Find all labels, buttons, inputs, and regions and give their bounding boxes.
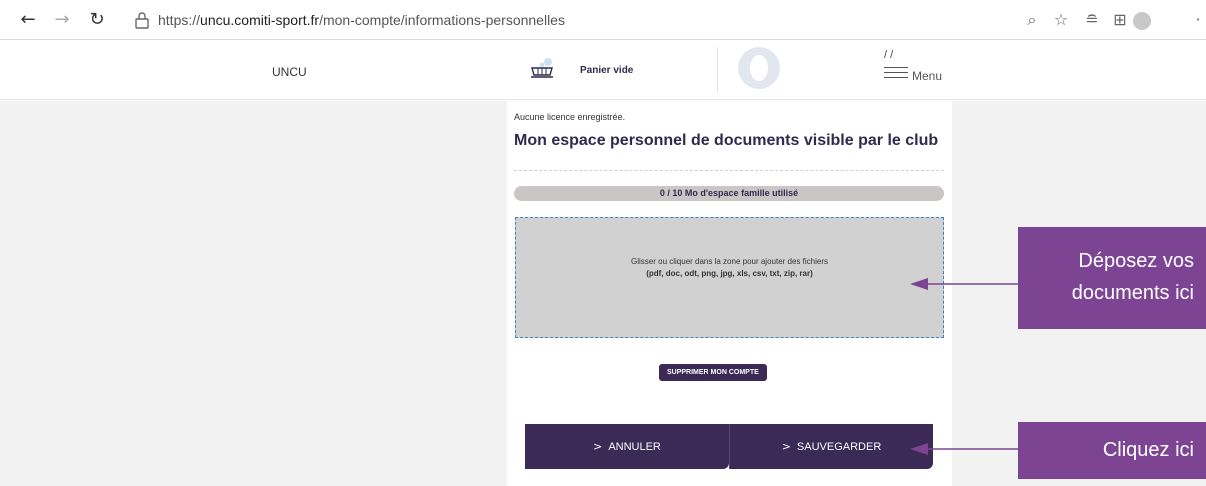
- back-icon[interactable]: ←: [18, 10, 38, 30]
- star-icon[interactable]: ☆: [1051, 10, 1071, 30]
- save-callout: Cliquez ici: [1018, 422, 1206, 479]
- upload-callout-line1: Déposez vos: [1078, 250, 1194, 272]
- browser-toolbar: ← → ↻ https://uncu.comiti-sport.fr/mon-c…: [0, 0, 1206, 40]
- cart-icon[interactable]: [530, 55, 556, 81]
- site-header: UNCU Panier vide / / Menu: [0, 41, 1206, 100]
- forward-icon[interactable]: →: [52, 10, 72, 30]
- menu-label[interactable]: Menu: [912, 69, 942, 83]
- dropzone-file-types: (pdf, doc, odt, png, jpg, xls, csv, txt,…: [646, 269, 813, 278]
- storage-quota-bar: 0 / 10 Mo d'espace famille utilisé: [514, 186, 944, 201]
- club-logo[interactable]: [738, 47, 780, 89]
- url-host: uncu.comiti-sport.fr: [200, 12, 320, 28]
- refresh-icon[interactable]: ↻: [87, 10, 107, 30]
- header-divider: [717, 47, 718, 93]
- main-content: Aucune licence enregistrée. Mon espace p…: [507, 101, 952, 486]
- dropzone-instructions: Glisser ou cliquer dans la zone pour ajo…: [631, 257, 828, 266]
- upload-callout: Déposez vos documents ici: [1018, 227, 1206, 329]
- more-icon[interactable]: ·: [1188, 10, 1206, 30]
- delete-account-button[interactable]: SUPPRIMER MON COMPTE: [659, 364, 767, 381]
- dashed-divider: [514, 170, 944, 171]
- chevron-right-icon: >: [593, 440, 603, 453]
- brand-name[interactable]: UNCU: [272, 65, 307, 79]
- left-background: [0, 101, 507, 486]
- menu-icon[interactable]: [884, 67, 908, 81]
- lock-icon: [135, 12, 149, 29]
- upload-callout-line2: documents ici: [1071, 282, 1194, 304]
- cancel-button[interactable]: > ANNULER: [525, 424, 729, 469]
- file-dropzone[interactable]: Glisser ou cliquer dans la zone pour ajo…: [515, 217, 944, 338]
- url-prefix: https://: [158, 12, 201, 28]
- url-path: /mon-compte/informations-personnelles: [319, 12, 565, 28]
- address-bar[interactable]: https://uncu.comiti-sport.fr/mon-compte/…: [158, 12, 565, 28]
- header-slashes: / /: [884, 49, 894, 61]
- licence-note: Aucune licence enregistrée.: [514, 112, 626, 122]
- section-title: Mon espace personnel de documents visibl…: [514, 132, 939, 149]
- collections-icon[interactable]: ⊞: [1110, 10, 1130, 30]
- cart-label[interactable]: Panier vide: [580, 65, 633, 76]
- storage-quota-text: 0 / 10 Mo d'espace famille utilisé: [659, 188, 799, 198]
- profile-icon[interactable]: [1133, 12, 1151, 30]
- cancel-label: ANNULER: [608, 441, 661, 453]
- save-label: SAUVEGARDER: [796, 441, 882, 453]
- chevron-right-icon: >: [781, 440, 791, 453]
- zoom-icon[interactable]: ⌕: [1022, 10, 1042, 30]
- save-button[interactable]: > SAUVEGARDER: [729, 424, 933, 469]
- favorites-icon[interactable]: ≘: [1082, 10, 1102, 30]
